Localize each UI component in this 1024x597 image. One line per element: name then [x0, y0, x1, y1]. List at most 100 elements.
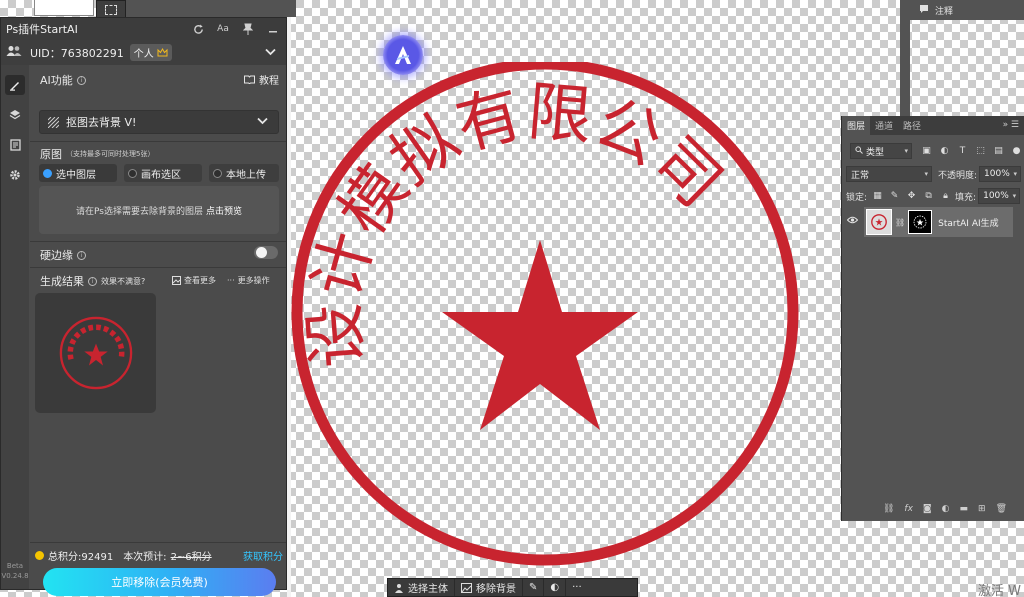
source-option-local-upload[interactable]: 本地上传 — [209, 164, 279, 182]
plan-badge-label: 个人 — [133, 49, 154, 60]
source-option-selected-layer[interactable]: 选中图层 — [39, 164, 117, 182]
image-icon — [461, 582, 472, 593]
chevron-down-icon: ▾ — [924, 170, 928, 178]
canvas-dark-strip — [126, 0, 296, 17]
chevron-down-icon[interactable] — [265, 46, 276, 59]
tab-layers[interactable]: 图层 — [842, 116, 871, 135]
notes-panel-header[interactable]: 注释 — [909, 0, 1024, 20]
tutorial-label: 教程 — [259, 76, 279, 87]
font-size-icon[interactable]: Aa — [216, 22, 230, 36]
hard-edge-heading: 硬边缘 i — [40, 247, 86, 263]
layer-mask-thumbnail[interactable] — [908, 210, 933, 234]
remove-background-button[interactable]: 移除背景 — [455, 579, 523, 596]
source-option-canvas-selection[interactable]: 画布选区 — [124, 164, 202, 182]
info-icon[interactable]: i — [76, 75, 86, 85]
more-dots-icon: ··· — [227, 276, 235, 285]
lock-pixels-icon[interactable]: ✎ — [888, 190, 901, 203]
plan-badge[interactable]: 个人 — [129, 44, 172, 61]
fill-field[interactable]: 100% ▾ — [978, 188, 1021, 204]
fill-label: 填充: — [955, 192, 977, 203]
startai-a-icon — [395, 46, 411, 64]
source-option-label: 画布选区 — [141, 169, 181, 181]
remove-now-button[interactable]: 立即移除(会员免费) — [43, 568, 276, 596]
startai-logo[interactable] — [383, 35, 423, 75]
adjustment-filter-icon[interactable]: ◐ — [938, 145, 951, 158]
adjust-button[interactable]: ◐ — [544, 579, 567, 596]
more-actions-link[interactable]: ··· 更多操作 — [227, 275, 270, 286]
layers-panel-tabs: 图层 通道 路径 » ☰ — [842, 116, 1024, 135]
layer-filter-row: 类型 ▾ ▣ ◐ T ⬚ ▤ ● — [842, 143, 1024, 159]
half-circle-icon: ◐ — [550, 582, 560, 593]
layer-item-startai[interactable]: ⛓ StartAI AI生成 — [864, 207, 1013, 237]
dropzone-text: 请在Ps选择需要去除背景的图层 — [76, 206, 203, 217]
info-icon[interactable]: i — [88, 276, 97, 286]
view-more-link[interactable]: 查看更多 — [172, 275, 216, 286]
opacity-label: 不透明度: — [938, 170, 978, 181]
sidebar-item-layers[interactable] — [5, 105, 25, 125]
document-icon — [9, 139, 21, 151]
unsatisfied-link[interactable]: 效果不满意? — [101, 276, 145, 287]
chevron-down-icon: ▾ — [1012, 192, 1017, 200]
shape-filter-icon[interactable]: ⬚ — [974, 145, 987, 158]
link-layers-icon[interactable]: ⛓ — [883, 504, 894, 514]
pin-icon[interactable] — [241, 22, 255, 36]
panel-titlebar[interactable]: Ps插件StartAI Aa — [1, 18, 286, 40]
activate-windows-watermark: 激活 W — [978, 584, 1021, 597]
tab-channels[interactable]: 通道 — [870, 116, 898, 135]
lock-transparency-icon[interactable]: ▦ — [871, 190, 884, 203]
tutorial-link[interactable]: 教程 — [244, 72, 279, 87]
sidebar-item-docs[interactable] — [5, 135, 25, 155]
opacity-value: 100% — [984, 169, 1010, 179]
hard-edge-label: 硬边缘 — [40, 249, 73, 262]
select-subject-label: 选择主体 — [408, 584, 448, 595]
minimize-icon[interactable] — [266, 22, 280, 36]
layers-panel: 图层 通道 路径 » ☰ 类型 ▾ ▣ ◐ T ⬚ ▤ ● 正常 ▾ 不透明度:… — [841, 116, 1024, 521]
layer-filter-select[interactable]: 类型 ▾ — [850, 143, 912, 159]
panel-content: AI功能 i 教程 抠图去背景 V! 原图 （支持最多可同时处理5张） 选中图层… — [30, 65, 286, 596]
contextual-taskbar: 选择主体 移除背景 ✎ ◐ ··· — [387, 578, 638, 597]
hard-edge-toggle[interactable] — [254, 246, 278, 259]
divider — [30, 141, 286, 142]
new-group-icon[interactable]: ▬ — [960, 504, 969, 514]
panel-title: Ps插件StartAI — [6, 23, 78, 36]
blend-mode-select[interactable]: 正常 ▾ — [846, 166, 932, 182]
source-option-label: 选中图层 — [56, 169, 96, 181]
image-filter-icon[interactable]: ▣ — [920, 145, 933, 158]
fx-icon[interactable]: fx — [904, 504, 913, 514]
toolbar-input[interactable] — [34, 0, 94, 16]
new-layer-icon[interactable]: ⊞ — [978, 504, 986, 514]
more-tools-button[interactable]: ✎ — [523, 579, 545, 596]
preview-link[interactable]: 点击预览 — [206, 204, 242, 217]
ai-tool-select[interactable]: 抠图去背景 V! — [39, 110, 279, 134]
blend-mode-label: 正常 — [851, 170, 870, 181]
visibility-eye-icon[interactable] — [846, 216, 859, 227]
pen-icon: ✎ — [529, 582, 538, 593]
refresh-icon[interactable] — [191, 22, 205, 36]
filter-toggle-icon[interactable]: ● — [1010, 145, 1023, 158]
opacity-field[interactable]: 100% ▾ — [979, 166, 1022, 182]
result-label: 生成结果 — [40, 275, 84, 288]
source-dropzone[interactable]: 请在Ps选择需要去除背景的图层 点击预览 — [39, 186, 279, 234]
divider — [30, 542, 286, 543]
smart-object-filter-icon[interactable]: ▤ — [992, 145, 1005, 158]
lock-position-icon[interactable]: ✥ — [905, 190, 918, 203]
lock-artboard-icon[interactable]: ⧉ — [922, 190, 935, 203]
gear-icon — [10, 170, 20, 180]
result-thumbnail[interactable] — [35, 293, 156, 413]
info-icon[interactable]: i — [77, 250, 86, 260]
sidebar-item-settings[interactable] — [5, 165, 25, 185]
adjustment-layer-icon[interactable]: ◐ — [942, 504, 950, 514]
chevron-down-icon: ▾ — [904, 147, 908, 155]
tab-paths[interactable]: 路径 — [898, 116, 926, 135]
book-icon — [244, 75, 255, 84]
select-subject-button[interactable]: 选择主体 — [388, 579, 455, 596]
sidebar-item-ai[interactable] — [5, 75, 25, 95]
get-points-link[interactable]: 获取积分 — [243, 548, 283, 563]
trash-icon[interactable]: 🗑︎ — [996, 504, 1007, 514]
link-icon[interactable]: ⛓ — [895, 218, 905, 227]
text-filter-icon[interactable]: T — [956, 145, 969, 158]
lock-all-icon[interactable]: 🔒︎ — [939, 190, 952, 203]
panel-menu-icon[interactable]: » ☰ — [1003, 120, 1019, 130]
add-mask-icon[interactable]: ◙ — [923, 504, 932, 514]
more-options-button[interactable]: ··· — [566, 579, 588, 596]
